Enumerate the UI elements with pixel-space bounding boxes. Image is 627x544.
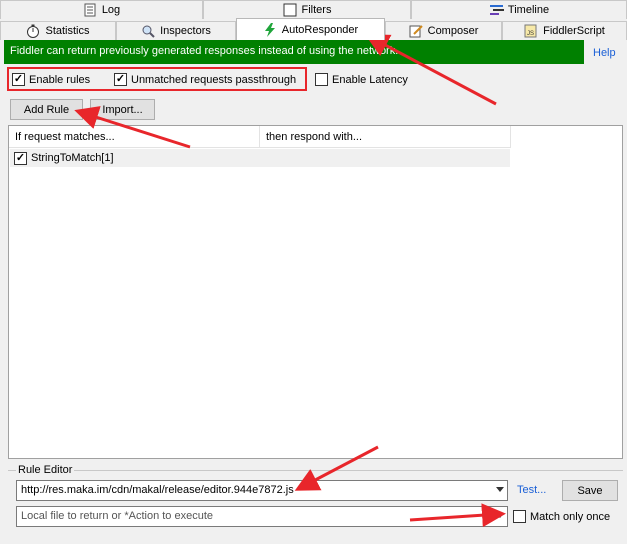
- match-only-once-label: Match only once: [530, 510, 611, 523]
- tab-fiddlerscript[interactable]: JS FiddlerScript: [502, 21, 627, 40]
- enable-rules-label: Enable rules: [29, 73, 91, 86]
- import-button[interactable]: Import...: [90, 99, 155, 120]
- action-input[interactable]: Local file to return or *Action to execu…: [16, 506, 508, 527]
- rule-check-icon[interactable]: ✓: [14, 151, 27, 165]
- composer-icon: [409, 24, 423, 38]
- tab-timeline[interactable]: Timeline: [411, 0, 627, 19]
- tab-statistics-label: Statistics: [45, 25, 90, 37]
- enable-latency-label: Enable Latency: [332, 73, 408, 86]
- match-dropdown-chevron-icon[interactable]: [496, 487, 504, 492]
- match-only-once-box-icon: [513, 510, 526, 523]
- tab-composer[interactable]: Composer: [385, 21, 502, 40]
- tab-inspectors-label: Inspectors: [160, 25, 211, 37]
- table-row[interactable]: ✓ StringToMatch[1]: [10, 149, 510, 167]
- match-only-once-checkbox[interactable]: Match only once: [513, 510, 610, 523]
- enable-rules-check-icon: ✓: [12, 73, 25, 86]
- rules-list[interactable]: If request matches... then respond with.…: [8, 125, 623, 459]
- timeline-icon: [489, 3, 504, 17]
- enable-latency-checkbox[interactable]: Enable Latency: [315, 73, 408, 86]
- info-banner: Fiddler can return previously generated …: [4, 40, 584, 64]
- tab-filters-label: Filters: [301, 4, 332, 16]
- match-input-value: http://res.maka.im/cdn/makal/release/edi…: [21, 484, 294, 496]
- unmatched-passthrough-label: Unmatched requests passthrough: [131, 73, 297, 86]
- tab-statistics[interactable]: Statistics: [0, 21, 116, 40]
- tab-composer-label: Composer: [427, 25, 479, 37]
- tab-autoresponder[interactable]: AutoResponder: [236, 18, 385, 40]
- column-header-respond[interactable]: then respond with...: [260, 126, 511, 148]
- svg-text:JS: JS: [527, 31, 534, 37]
- tab-inspectors[interactable]: Inspectors: [116, 21, 236, 40]
- inspectors-icon: [141, 24, 155, 38]
- tab-filters[interactable]: Filters: [203, 0, 411, 19]
- stopwatch-icon: [26, 24, 40, 38]
- tab-log-label: Log: [101, 4, 121, 16]
- tab-log[interactable]: Log: [0, 0, 203, 19]
- tab-row-bottom: Statistics Inspectors AutoResponder Comp…: [0, 18, 627, 40]
- unmatched-passthrough-checkbox[interactable]: ✓ Unmatched requests passthrough: [114, 73, 296, 86]
- unmatched-check-icon: ✓: [114, 73, 127, 86]
- tab-fiddlerscript-label: FiddlerScript: [543, 25, 605, 37]
- rule-editor-title: Rule Editor: [16, 464, 75, 476]
- rule-editor-panel: Rule Editor http://res.maka.im/cdn/makal…: [8, 464, 623, 542]
- save-button[interactable]: Save: [562, 480, 618, 501]
- enable-rules-checkbox[interactable]: ✓ Enable rules: [12, 73, 90, 86]
- tab-timeline-label: Timeline: [507, 4, 550, 16]
- lightning-icon: [263, 22, 277, 37]
- match-input[interactable]: http://res.maka.im/cdn/makal/release/edi…: [16, 480, 508, 501]
- filters-icon: [283, 3, 297, 17]
- tab-autoresponder-label: AutoResponder: [281, 23, 359, 36]
- help-link[interactable]: Help: [593, 47, 616, 59]
- latency-box-icon: [315, 73, 328, 86]
- log-icon: [83, 3, 97, 17]
- column-header-match[interactable]: If request matches...: [9, 126, 260, 148]
- action-input-placeholder: Local file to return or *Action to execu…: [21, 510, 213, 522]
- action-dropdown-chevron-icon[interactable]: [496, 513, 504, 518]
- add-rule-button[interactable]: Add Rule: [10, 99, 83, 120]
- tab-row-top: Log Filters Timeline: [0, 0, 627, 19]
- test-link[interactable]: Test...: [517, 484, 546, 496]
- script-icon: JS: [524, 24, 538, 38]
- rule-match-text: StringToMatch[1]: [31, 152, 114, 164]
